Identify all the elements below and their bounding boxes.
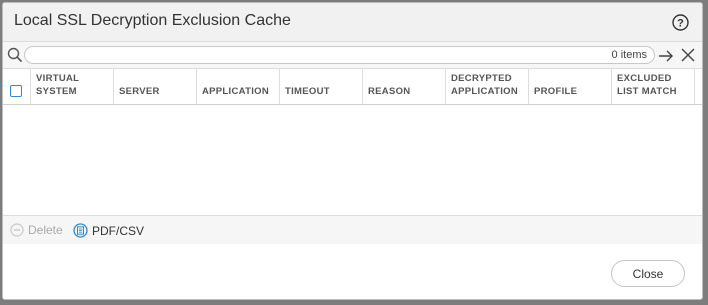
dialog-title: Local SSL Decryption Exclusion Cache — [14, 12, 291, 29]
filter-bar: 0 items — [3, 42, 702, 68]
column-reason[interactable]: REASON — [363, 69, 446, 104]
table-toolbar: Delete PDF/CSV — [3, 215, 702, 245]
select-all-checkbox[interactable] — [10, 85, 22, 97]
table-body — [3, 105, 702, 215]
column-label: SERVER — [119, 85, 160, 97]
column-label: EXCLUDED LIST MATCH — [617, 73, 677, 97]
delete-button[interactable]: Delete — [10, 223, 63, 237]
delete-label: Delete — [28, 223, 63, 237]
clear-filter-icon[interactable] — [681, 48, 695, 62]
delete-icon — [10, 223, 24, 237]
column-label: REASON — [368, 85, 411, 97]
item-count: 0 items — [611, 49, 647, 61]
column-server[interactable]: SERVER — [114, 69, 197, 104]
dialog-titlebar: Local SSL Decryption Exclusion Cache ? — [3, 3, 702, 42]
column-excluded-list-match[interactable]: EXCLUDED LIST MATCH — [612, 69, 695, 104]
column-timeout[interactable]: TIMEOUT — [280, 69, 363, 104]
help-icon[interactable]: ? — [672, 14, 689, 31]
dialog-footer: Close — [3, 244, 702, 299]
close-button[interactable]: Close — [611, 260, 685, 287]
column-decrypted-application[interactable]: DECRYPTED APPLICATION — [446, 69, 529, 104]
svg-text:?: ? — [677, 18, 684, 30]
column-label: VIRTUAL SYSTEM — [36, 73, 80, 97]
pdf-csv-button[interactable]: PDF/CSV — [73, 223, 144, 238]
column-label: APPLICATION — [202, 85, 269, 97]
pdf-csv-icon — [73, 223, 88, 238]
column-application[interactable]: APPLICATION — [197, 69, 280, 104]
column-label: PROFILE — [534, 85, 578, 97]
search-icon — [7, 47, 23, 63]
column-label: DECRYPTED APPLICATION — [451, 73, 518, 97]
column-label: TIMEOUT — [285, 85, 330, 97]
exclusion-cache-dialog: Local SSL Decryption Exclusion Cache ? 0… — [2, 2, 703, 300]
apply-filter-icon[interactable] — [658, 48, 674, 64]
search-input[interactable] — [24, 46, 655, 64]
table-header: VIRTUAL SYSTEM SERVER APPLICATION TIMEOU… — [3, 68, 702, 105]
column-profile[interactable]: PROFILE — [529, 69, 612, 104]
pdf-csv-label: PDF/CSV — [92, 223, 145, 238]
column-virtual-system[interactable]: VIRTUAL SYSTEM — [31, 69, 114, 104]
select-all-cell — [3, 69, 31, 104]
